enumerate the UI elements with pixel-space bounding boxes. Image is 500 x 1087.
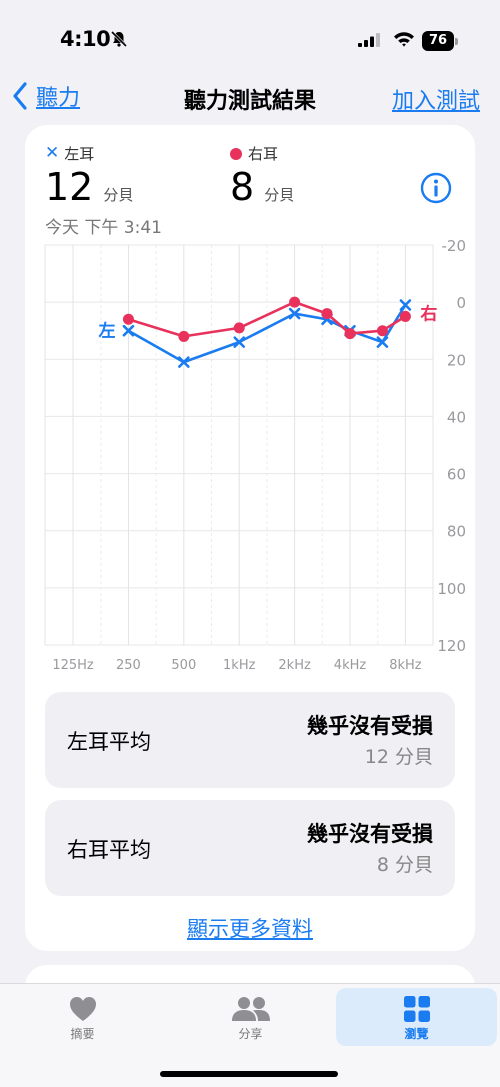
dot-marker-icon xyxy=(230,147,242,160)
average-label: 右耳平均 xyxy=(67,838,151,862)
y-tick-label: 80 xyxy=(447,523,466,541)
right-ear-point xyxy=(399,310,411,322)
battery-level: 76 xyxy=(422,31,454,51)
right-ear-point xyxy=(344,328,356,340)
x-tick-label: 8kHz xyxy=(389,658,422,673)
right-series-label: 右 xyxy=(420,303,437,324)
tab-label: 瀏覽 xyxy=(404,1027,429,1041)
right-ear-point xyxy=(376,325,388,337)
left-ear-average-row[interactable]: 左耳平均 幾乎沒有受損 12 分貝 xyxy=(45,692,455,788)
y-tick-label: 40 xyxy=(447,408,466,426)
right-ear-point xyxy=(178,330,190,342)
right-ear-point xyxy=(321,308,333,320)
average-value: 12 分貝 xyxy=(364,746,433,768)
battery-icon: 76 xyxy=(422,31,458,51)
y-tick-label: 0 xyxy=(456,294,466,312)
left-ear-legend: ✕ 左耳 xyxy=(45,143,94,164)
heart-icon xyxy=(69,997,96,1021)
y-tick-label: 20 xyxy=(447,351,466,369)
left-ear-legend-label: 左耳 xyxy=(64,145,95,163)
right-ear-point xyxy=(233,322,245,334)
tab-sharing[interactable]: 分享 xyxy=(168,988,333,1046)
status-time: 4:10 xyxy=(60,27,111,51)
audiogram-card: ✕ 左耳 右耳 12 分貝 8 分貝 今天 下午 3:41 -20 0 20 40 60… xyxy=(25,125,475,951)
add-test-button[interactable]: 加入測試 xyxy=(392,83,480,115)
right-ear-unit: 分貝 xyxy=(264,186,295,204)
left-series-label: 左 xyxy=(98,321,115,342)
x-tick-label: 250 xyxy=(116,658,141,673)
people-icon xyxy=(231,997,270,1021)
grid-icon xyxy=(403,996,430,1022)
tab-label: 分享 xyxy=(238,1027,263,1041)
x-tick-label: 125Hz xyxy=(52,658,94,673)
status-bar: 4:10 76 xyxy=(0,0,500,80)
right-ear-value: 8 分貝 xyxy=(230,165,294,209)
y-tick-label: -20 xyxy=(442,237,467,255)
left-ear-unit: 分貝 xyxy=(103,186,134,204)
average-value: 8 分貝 xyxy=(376,854,433,876)
left-ear-db: 12 xyxy=(45,165,94,209)
average-status: 幾乎沒有受損 xyxy=(307,714,433,738)
show-more-data-link[interactable]: 顯示更多資料 xyxy=(25,913,475,943)
tab-summary[interactable]: 摘要 xyxy=(0,988,165,1046)
right-ear-legend-label: 右耳 xyxy=(248,145,279,163)
x-tick-label: 500 xyxy=(171,658,196,673)
right-ear-point xyxy=(289,296,301,308)
cellular-signal-icon xyxy=(358,33,380,47)
right-ear-average-row[interactable]: 右耳平均 幾乎沒有受損 8 分貝 xyxy=(45,800,455,896)
navigation-bar: 聽力 聽力測試結果 加入測試 xyxy=(0,78,500,118)
right-ear-point xyxy=(122,313,134,325)
right-ear-legend: 右耳 xyxy=(230,143,278,164)
average-label: 左耳平均 xyxy=(67,730,151,754)
y-tick-label: 120 xyxy=(437,637,466,655)
x-tick-label: 4kHz xyxy=(334,658,367,673)
average-status: 幾乎沒有受損 xyxy=(307,822,433,846)
wifi-icon xyxy=(394,32,414,47)
y-tick-label: 100 xyxy=(437,580,466,598)
home-indicator xyxy=(160,1071,338,1077)
info-icon[interactable] xyxy=(420,172,452,204)
right-ear-db: 8 xyxy=(230,165,255,209)
x-tick-label: 2kHz xyxy=(278,658,311,673)
test-date: 今天 下午 3:41 xyxy=(45,218,162,238)
tab-browse[interactable]: 瀏覽 xyxy=(336,988,497,1046)
x-marker-icon: ✕ xyxy=(45,143,60,163)
left-ear-value: 12 分貝 xyxy=(45,165,133,209)
x-tick-label: 1kHz xyxy=(223,658,256,673)
y-tick-label: 60 xyxy=(447,466,466,484)
silent-bell-icon xyxy=(110,30,128,48)
tab-label: 摘要 xyxy=(70,1027,95,1041)
